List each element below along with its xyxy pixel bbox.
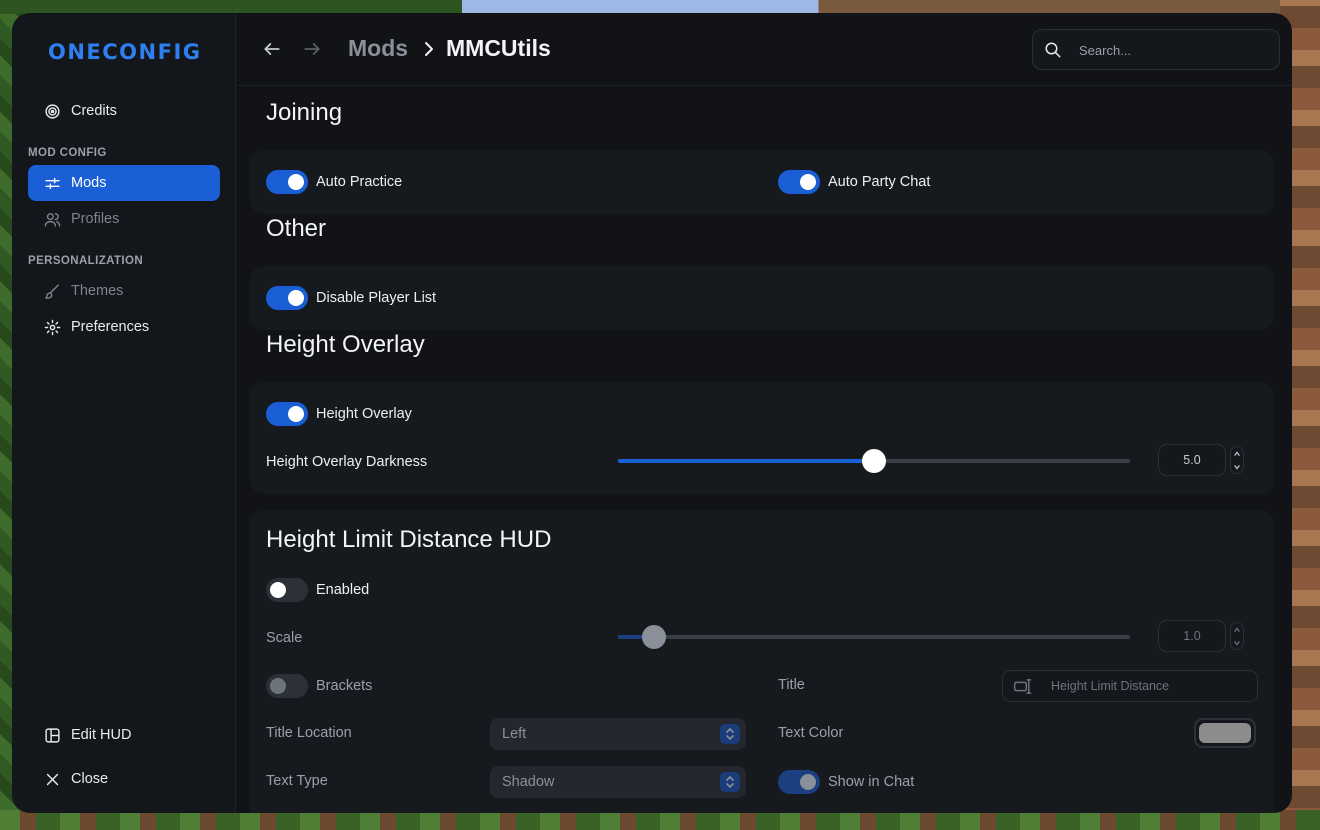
sidebar-item-label: Mods <box>71 175 107 191</box>
sidebar-item-label: Close <box>71 771 109 787</box>
slider-fill <box>618 459 874 463</box>
app-logo: ONECONFIG <box>48 40 202 64</box>
sidebar-item-close[interactable]: Close <box>28 761 220 797</box>
game-background-bottom <box>0 810 1320 830</box>
title-field[interactable]: Height Limit Distance <box>1002 670 1258 702</box>
sidebar-item-label: Credits <box>71 103 117 119</box>
sidebar-item-label: Edit HUD <box>71 727 132 743</box>
breadcrumb-current: MMCUtils <box>446 35 551 61</box>
search-box[interactable] <box>1032 29 1280 70</box>
slider-knob[interactable] <box>862 449 886 473</box>
sidebar-item-profiles[interactable]: Profiles <box>28 201 220 237</box>
brackets-toggle[interactable] <box>266 674 308 698</box>
brackets-label: Brackets <box>316 678 373 694</box>
sidebar-item-preferences[interactable]: Preferences <box>28 309 220 345</box>
text-type-value: Shadow <box>502 774 555 790</box>
sidebar-section-mod-config: MOD CONFIG <box>28 147 107 159</box>
search-icon <box>1045 42 1061 58</box>
chevron-up-icon[interactable] <box>1233 626 1241 634</box>
chevron-down-icon[interactable] <box>1233 463 1241 471</box>
sidebar-item-mods[interactable]: Mods <box>28 165 220 201</box>
gear-icon <box>44 319 61 335</box>
card-height-overlay: Height Overlay Height Overlay Darkness 5… <box>250 382 1274 494</box>
chevron-down-icon[interactable] <box>1233 639 1241 647</box>
section-title-joining: Joining <box>266 99 343 126</box>
chevron-right-icon <box>425 42 433 56</box>
slider-knob[interactable] <box>641 625 666 649</box>
auto-practice-label: Auto Practice <box>316 174 403 190</box>
main-panel: Mods MMCUtils Joining Auto Practice Auto… <box>236 13 1292 813</box>
disable-player-list-label: Disable Player List <box>316 290 437 306</box>
dropdown-button[interactable] <box>720 772 740 792</box>
show-in-chat-toggle[interactable] <box>778 770 820 794</box>
sidebar-item-label: Themes <box>71 283 124 299</box>
text-type-dropdown[interactable]: Shadow <box>490 766 746 798</box>
layout-icon <box>45 727 60 743</box>
height-overlay-darkness-value[interactable]: 5.0 <box>1158 444 1226 476</box>
card-other: Disable Player List <box>250 266 1274 330</box>
back-arrow-icon[interactable] <box>262 39 282 59</box>
close-icon <box>46 773 59 785</box>
chevron-up-down-icon <box>726 727 734 741</box>
title-label: Title <box>778 677 805 693</box>
card-joining: Auto Practice Auto Party Chat <box>250 150 1274 214</box>
title-field-value: Height Limit Distance <box>1051 679 1170 693</box>
auto-party-chat-toggle[interactable] <box>778 170 820 194</box>
show-in-chat-label: Show in Chat <box>828 774 915 790</box>
section-title-other: Other <box>266 215 327 242</box>
height-overlay-darkness-slider[interactable] <box>618 449 1130 473</box>
sidebar-item-credits[interactable]: Credits <box>28 93 220 129</box>
text-cursor-icon <box>1013 679 1032 694</box>
height-overlay-darkness-label: Height Overlay Darkness <box>266 454 428 470</box>
section-title-height-overlay: Height Overlay <box>266 331 425 358</box>
scale-label: Scale <box>266 630 303 646</box>
height-overlay-label: Height Overlay <box>316 406 412 422</box>
config-window: ONECONFIG Credits MOD CONFIG Mods Profil… <box>12 13 1292 813</box>
darkness-stepper[interactable] <box>1230 446 1244 474</box>
sidebar-item-edit-hud[interactable]: Edit HUD <box>28 717 220 753</box>
users-icon <box>44 212 61 227</box>
title-location-dropdown[interactable]: Left <box>490 718 746 750</box>
text-color-picker[interactable] <box>1194 718 1256 748</box>
card-height-limit-hud: Height Limit Distance HUD Enabled Scale … <box>250 510 1274 813</box>
hud-enabled-label: Enabled <box>316 582 370 598</box>
scale-slider[interactable] <box>618 625 1130 649</box>
title-location-label: Title Location <box>266 725 352 741</box>
auto-party-chat-label: Auto Party Chat <box>828 174 931 190</box>
sidebar-item-themes[interactable]: Themes <box>28 273 220 309</box>
sidebar-item-label: Profiles <box>71 211 120 227</box>
header-bar: Mods MMCUtils <box>236 13 1292 86</box>
section-title-height-limit-hud: Height Limit Distance HUD <box>266 526 552 553</box>
search-input[interactable] <box>1079 40 1269 60</box>
disable-player-list-toggle[interactable] <box>266 286 308 310</box>
target-icon <box>45 103 60 119</box>
chevron-up-down-icon <box>726 775 734 789</box>
scale-stepper[interactable] <box>1230 622 1244 650</box>
sliders-icon <box>45 177 60 189</box>
chevron-up-icon[interactable] <box>1233 450 1241 458</box>
text-type-label: Text Type <box>266 773 328 789</box>
sidebar-item-label: Preferences <box>71 319 150 335</box>
settings-content: Joining Auto Practice Auto Party Chat Ot… <box>236 87 1292 813</box>
brush-icon <box>45 283 59 299</box>
game-background-top <box>0 0 1320 14</box>
forward-arrow-icon[interactable] <box>302 39 322 59</box>
sidebar: ONECONFIG Credits MOD CONFIG Mods Profil… <box>12 13 236 813</box>
dropdown-button[interactable] <box>720 724 740 744</box>
hud-enabled-toggle[interactable] <box>266 578 308 602</box>
sidebar-section-personalization: PERSONALIZATION <box>28 255 144 267</box>
scale-value[interactable]: 1.0 <box>1158 620 1226 652</box>
title-location-value: Left <box>502 726 527 742</box>
auto-practice-toggle[interactable] <box>266 170 308 194</box>
breadcrumb-parent[interactable]: Mods <box>348 35 408 62</box>
text-color-label: Text Color <box>778 725 844 741</box>
height-overlay-toggle[interactable] <box>266 402 308 426</box>
color-swatch <box>1199 723 1251 743</box>
